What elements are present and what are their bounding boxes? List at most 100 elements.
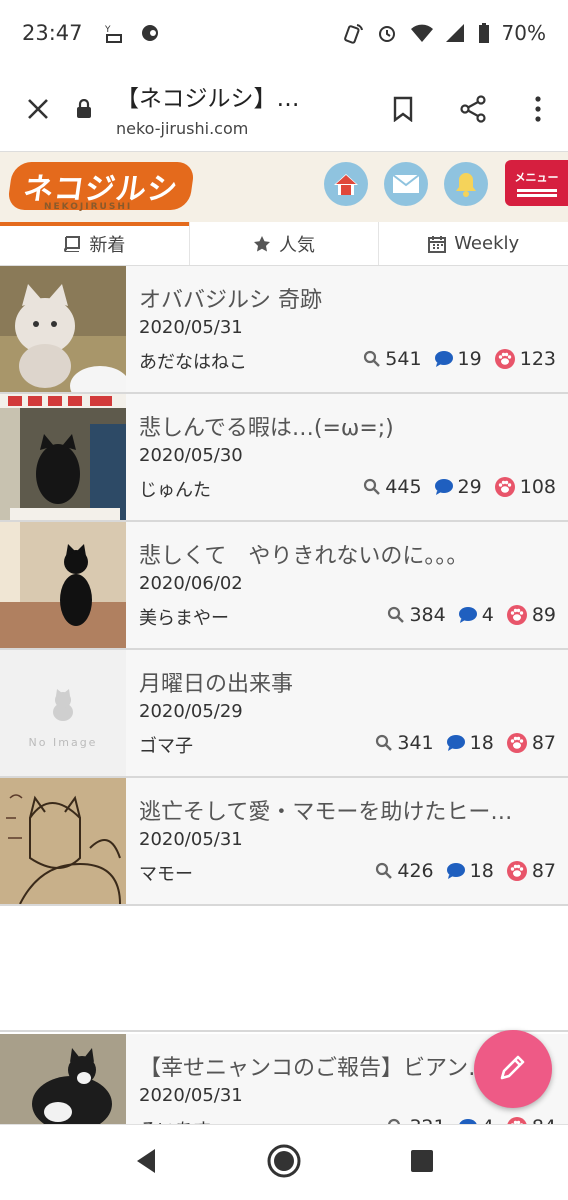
view-count: 426 [397,860,434,882]
views-search-icon [376,862,393,879]
post-author: じゅんた [139,480,211,501]
like-count: 87 [531,860,556,882]
nfc-icon [139,22,161,44]
comment-count: 4 [482,1116,494,1124]
page-title: 【ネコジルシ】… [116,86,300,112]
comment-count: 4 [481,604,494,626]
back-triangle-icon [137,1148,156,1173]
menu-button[interactable]: メニュー [505,160,568,206]
views-search-icon [364,350,381,367]
menu-line [516,188,557,192]
no-image-label: No Image [28,736,98,749]
paw-icon [506,605,527,625]
post-date: 2020/06/02 [139,573,243,594]
post-author: そいあす [139,1116,211,1124]
post-item[interactable]: No Image 月曜日の出来事 2020/05/29 ゴマ子 341 18 8… [0,650,568,778]
post-item[interactable]: 逃亡そして愛・マモーを助けたヒー… 2020/05/31 マモー 426 18 … [0,778,568,906]
site-header: ネコジルシ NEKOJIRUSHI メニュー [0,152,568,222]
tab-label: Weekly [454,233,520,254]
bookmark-icon [393,96,413,122]
status-bar: 23:47 Y 70% [0,0,568,66]
wifi-icon [410,22,433,44]
logo-subtext: NEKOJIRUSHI [44,202,133,212]
paw-icon [506,861,527,881]
no-image-cat-icon [53,689,73,721]
tab-bar: 新着 人気 Weekly [0,222,568,266]
tab-weekly[interactable]: Weekly [379,222,568,265]
post-item[interactable]: 悲しくて やりきれないのに。。。 2020/06/02 美らまやー 384 4 … [0,522,568,650]
bookmark-button[interactable] [368,66,438,152]
home-button[interactable] [324,162,368,206]
post-thumbnail [0,266,126,392]
hotspot-icon [342,22,364,44]
tab-new[interactable]: 新着 [0,222,190,265]
post-title: 悲しくて やりきれないのに。。。 [139,544,469,569]
notification-button[interactable] [444,162,488,206]
paw-icon [494,477,515,497]
close-tab-button[interactable] [0,66,76,152]
like-count: 84 [532,1116,556,1124]
browser-toolbar: 【ネコジルシ】… neko-jirushi.com [0,66,568,152]
recents-button[interactable] [409,1148,435,1178]
post-author: 美らまやー [139,608,229,629]
comment-icon [446,735,465,751]
post-item[interactable]: オババジルシ 奇跡 2020/05/31 あだなはねこ 541 19 123 [0,266,568,394]
back-button[interactable] [133,1147,159,1179]
paw-icon [507,1117,527,1124]
post-title: オババジルシ 奇跡 [139,288,322,313]
post-date: 2020/05/31 [139,317,243,338]
post-thumbnail [0,778,126,904]
view-count: 445 [385,476,422,498]
address-area[interactable]: 【ネコジルシ】… neko-jirushi.com [116,79,368,138]
menu-line [516,193,557,197]
pencil-icon [500,1055,525,1080]
blank-area [0,906,568,1032]
view-count: 384 [409,604,446,626]
close-icon [28,98,48,119]
comment-icon [434,351,453,367]
status-time: 23:47 [22,21,83,45]
comment-count: 18 [469,860,494,882]
post-thumbnail [0,522,126,648]
like-count: 87 [531,732,556,754]
share-button[interactable] [438,66,508,152]
compose-post-button[interactable] [474,1030,552,1108]
battery-icon [478,22,490,44]
mail-icon [392,174,420,193]
post-author: あだなはねこ [139,352,247,373]
post-author: マモー [139,864,193,885]
comment-count: 29 [457,476,482,498]
tab-popular[interactable]: 人気 [190,222,380,265]
svg-text:Y: Y [104,25,111,35]
share-icon [460,94,486,123]
paw-icon [494,349,515,369]
mail-button[interactable] [384,162,428,206]
post-date: 2020/05/31 [139,1085,243,1106]
system-navigation-bar [0,1124,568,1200]
battery-percent: 70% [501,21,546,45]
site-logo[interactable]: ネコジルシ NEKOJIRUSHI [6,162,196,212]
post-item[interactable]: 悲しんでる暇は…(=ω=;) 2020/05/30 じゅんた 445 29 10… [0,394,568,522]
post-title: 逃亡そして愛・マモーを助けたヒー… [139,800,513,825]
views-search-icon [388,606,405,623]
paw-icon [506,733,527,753]
post-list: オババジルシ 奇跡 2020/05/31 あだなはねこ 541 19 123 悲… [0,266,568,906]
post-title: 悲しんでる暇は…(=ω=;) [139,416,394,441]
view-count: 341 [397,732,434,754]
comment-count: 18 [469,732,494,754]
lock-icon[interactable] [76,66,116,152]
star-icon [254,235,270,251]
views-search-icon [376,734,393,751]
comment-count: 19 [457,348,482,370]
recents-square-icon [410,1149,433,1172]
more-options-button[interactable] [508,66,568,152]
home-nav-button[interactable] [266,1143,302,1183]
post-thumbnail [0,1034,126,1124]
like-count: 123 [519,348,556,370]
data-saver-icon: Y [103,22,125,44]
post-thumbnail-placeholder: No Image [0,650,126,776]
menu-label: メニュー [514,170,559,184]
home-circle-icon [267,1144,301,1177]
alarm-icon [376,22,398,44]
post-date: 2020/05/29 [139,701,243,722]
